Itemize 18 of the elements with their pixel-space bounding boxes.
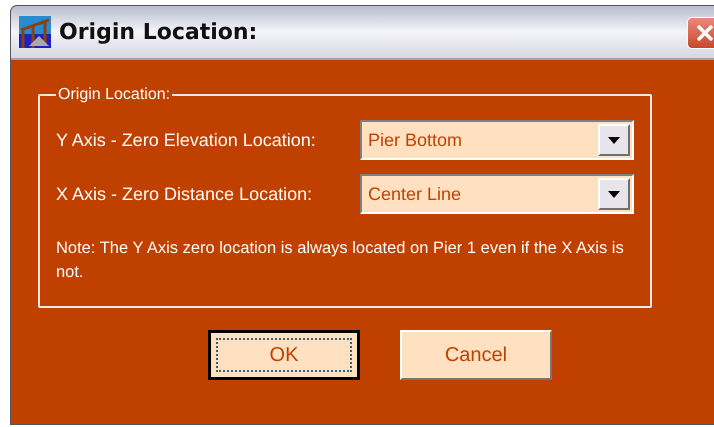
- dialog-button[interactable]: OK: [208, 330, 360, 380]
- dropdown-arrow-button[interactable]: [598, 124, 630, 156]
- dialog-button[interactable]: Cancel: [400, 330, 552, 380]
- window-title: Origin Location:: [59, 20, 258, 44]
- group-title: Origin Location:: [57, 86, 172, 104]
- close-button[interactable]: [687, 17, 714, 49]
- dropdown[interactable]: Pier Bottom: [360, 120, 634, 160]
- note-text: Note: The Y Axis zero location is always located on Pier 1 even if the X Axis is not.: [56, 238, 625, 283]
- field-label: Y Axis - Zero Elevation Location:: [56, 130, 316, 150]
- dropdown-arrow-button[interactable]: [598, 178, 630, 210]
- field-label: X Axis - Zero Distance Location:: [56, 184, 312, 204]
- dropdown-value: Pier Bottom: [368, 130, 462, 150]
- caret-icon: [608, 190, 620, 198]
- dropdown-value: Center Line: [368, 184, 462, 204]
- caret-icon: [608, 136, 620, 144]
- dropdown[interactable]: Center Line: [360, 174, 634, 214]
- bridge-icon: [19, 16, 51, 48]
- close-icon: [695, 23, 714, 43]
